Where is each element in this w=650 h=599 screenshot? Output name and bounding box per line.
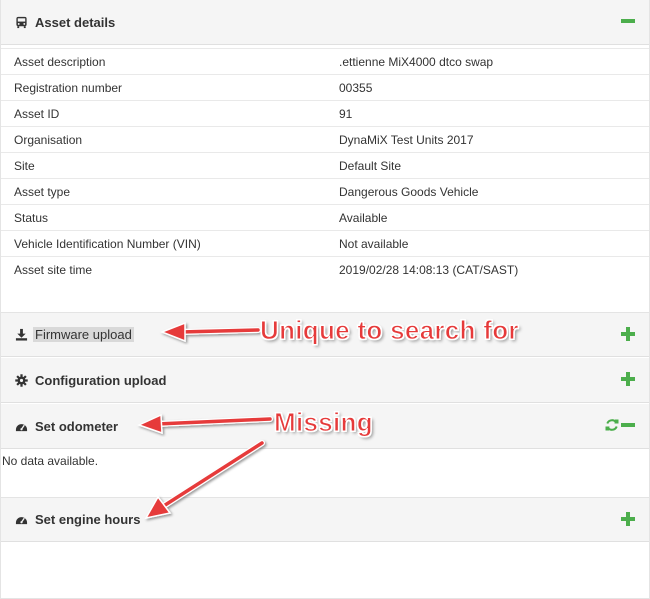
detail-row: Status Available [1,204,649,230]
configuration-upload-title: Configuration upload [35,372,167,388]
detail-value: DynaMiX Test Units 2017 [339,132,474,147]
detail-label: Asset type [14,184,71,199]
set-odometer-title: Set odometer [35,418,119,434]
detail-value: .ettienne MiX4000 dtco swap [339,54,494,69]
expand-icon[interactable] [621,327,635,341]
dashboard-icon [15,423,28,431]
expand-icon[interactable] [621,372,635,386]
collapse-icon[interactable] [621,14,635,28]
detail-value: Not available [339,236,409,251]
annotation-unique-to-search: Unique to search for [260,315,520,346]
detail-row: Asset description .ettienne MiX4000 dtco … [1,48,649,74]
detail-value: 00355 [339,80,373,95]
detail-value: 2019/02/28 14:08:13 (CAT/SAST) [339,262,519,277]
detail-label: Asset ID [14,106,60,121]
download-icon [15,328,28,341]
detail-label: Organisation [14,132,83,147]
detail-label: Status [14,210,49,225]
detail-row: Registration number 00355 [1,74,649,100]
asset-details-title: Asset details [35,14,116,30]
detail-label: Vehicle Identification Number (VIN) [14,236,201,251]
detail-label: Asset description [14,54,106,69]
gear-icon [15,373,28,387]
detail-row: Vehicle Identification Number (VIN) Not a… [1,230,649,256]
expand-icon[interactable] [621,512,635,526]
detail-row: Asset site time 2019/02/28 14:08:13 (CAT/… [1,256,649,282]
annotation-missing: Missing [274,407,374,438]
no-data-message: No data available. [2,454,99,468]
detail-value: Dangerous Goods Vehicle [339,184,479,199]
detail-row: Asset ID 91 [1,100,649,126]
asset-details-header[interactable]: Asset details [1,0,649,45]
detail-value: Default Site [339,158,402,173]
detail-value: Available [339,210,388,225]
detail-row: Asset type Dangerous Goods Vehicle [1,178,649,204]
bus-icon [16,16,27,28]
configuration-upload-header[interactable]: Configuration upload [1,358,649,403]
detail-row: Organisation DynaMiX Test Units 2017 [1,126,649,152]
refresh-icon[interactable] [605,418,619,432]
detail-label: Registration number [14,80,123,95]
detail-label: Asset site time [14,262,93,277]
dashboard-icon [15,517,28,525]
collapse-icon[interactable] [621,418,635,432]
set-engine-hours-header[interactable]: Set engine hours [1,497,649,542]
set-engine-hours-title: Set engine hours [35,512,141,527]
detail-row: Site Default Site [1,152,649,178]
firmware-upload-title: Firmware upload [33,327,134,342]
detail-label: Site [14,158,35,173]
detail-value: 91 [339,106,353,121]
